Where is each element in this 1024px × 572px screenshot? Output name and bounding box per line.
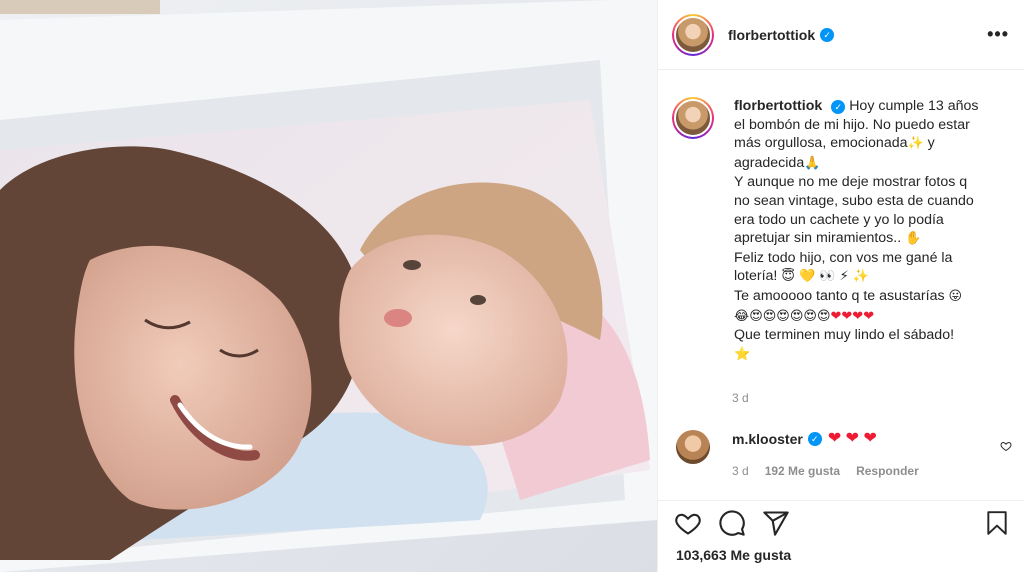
action-bar: 103,663 Me gusta xyxy=(658,500,1024,572)
sparkles-emoji-icon: ✨ xyxy=(907,136,924,152)
caption-line: apretujar sin miramientos.. xyxy=(734,230,902,247)
caption-line: no sean vintage, subo esta de cuando xyxy=(734,192,974,209)
more-options-icon[interactable]: ••• xyxy=(987,24,1009,45)
comments-section[interactable]: florbertottiok ✓ Hoy cumple 13 años el b… xyxy=(658,70,1024,500)
caption-text: florbertottiok ✓ Hoy cumple 13 años el b… xyxy=(734,97,984,364)
caption-line: agradecida xyxy=(734,154,805,171)
comment-heart-icon[interactable] xyxy=(1000,440,1012,452)
author-username-text[interactable]: florbertottiok xyxy=(728,27,815,43)
praying-hands-emoji-icon: 🙏 xyxy=(804,155,821,171)
share-icon[interactable] xyxy=(762,509,790,537)
tongue-emoji-icon: 😛 xyxy=(948,288,963,304)
post-header: florbertottiok ✓ ••• xyxy=(658,0,1024,70)
comment-icon[interactable] xyxy=(718,509,746,537)
caption-timestamp[interactable]: 3 d xyxy=(732,391,749,405)
post-sidebar: florbertottiok ✓ ••• florbertottiok ✓ Ho… xyxy=(657,0,1024,572)
caption-line: lotería! xyxy=(734,268,778,285)
verified-badge-icon: ✓ xyxy=(807,432,822,446)
comment-meta: 3 d 192 Me gusta Responder xyxy=(732,464,919,478)
comment-item: m.klooster ✓ ❤ ❤ ❤ 3 d 192 Me gusta Resp… xyxy=(672,430,1012,478)
caption-line: Y aunque no me deje mostrar fotos q xyxy=(734,174,968,191)
caption-line: Te amooooo tanto q te asustarías xyxy=(734,287,945,304)
caption-line: y xyxy=(923,135,935,152)
author-avatar[interactable] xyxy=(672,13,714,56)
caption-line: Hoy cumple 13 años xyxy=(849,98,979,114)
comment-text: m.klooster ✓ ❤ ❤ ❤ xyxy=(732,430,919,448)
photo-artwork xyxy=(0,0,657,572)
commenter-avatar[interactable] xyxy=(676,430,710,464)
emoji-row-icons: 😇 💛 👀 ⚡ ✨ xyxy=(781,269,870,285)
hand-emoji-icon: ✋ xyxy=(905,231,922,247)
caption: florbertottiok ✓ Hoy cumple 13 años el b… xyxy=(672,97,1012,364)
caption-username[interactable]: florbertottiok xyxy=(734,98,822,114)
caption-line: era todo un cachete y yo lo podía xyxy=(734,211,944,228)
caption-avatar[interactable] xyxy=(672,97,714,139)
post-photo[interactable] xyxy=(0,0,657,572)
star-emoji-icon: ⭐ xyxy=(734,346,751,362)
bookmark-icon[interactable] xyxy=(984,509,1010,537)
verified-badge-icon: ✓ xyxy=(820,27,835,42)
caption-line: el bombón de mi hijo. No puedo estar xyxy=(734,116,970,133)
comment-timestamp[interactable]: 3 d xyxy=(732,464,749,478)
comment-likes[interactable]: 192 Me gusta xyxy=(765,464,840,478)
verified-badge-icon: ✓ xyxy=(831,100,846,114)
author-username[interactable]: florbertottiok ✓ xyxy=(728,27,835,43)
caption-line: Que terminen muy lindo el sábado! xyxy=(734,327,955,344)
post-likes-count[interactable]: 103,663 Me gusta xyxy=(676,547,791,563)
comment-body: m.klooster ✓ ❤ ❤ ❤ 3 d 192 Me gusta Resp… xyxy=(732,430,919,478)
heart-icon[interactable] xyxy=(674,509,702,537)
caption-line: Feliz todo hijo, con vos me gané la xyxy=(734,249,953,266)
emoji-hearts-row-icons: 😂😍😍😍😍😍😍❤❤❤❤ xyxy=(734,308,875,324)
caption-line: más orgullosa, emocionada xyxy=(734,135,908,152)
commenter-username[interactable]: m.klooster xyxy=(732,430,803,448)
hearts-emoji-icons: ❤ ❤ ❤ xyxy=(827,430,877,447)
reply-button[interactable]: Responder xyxy=(856,464,919,478)
